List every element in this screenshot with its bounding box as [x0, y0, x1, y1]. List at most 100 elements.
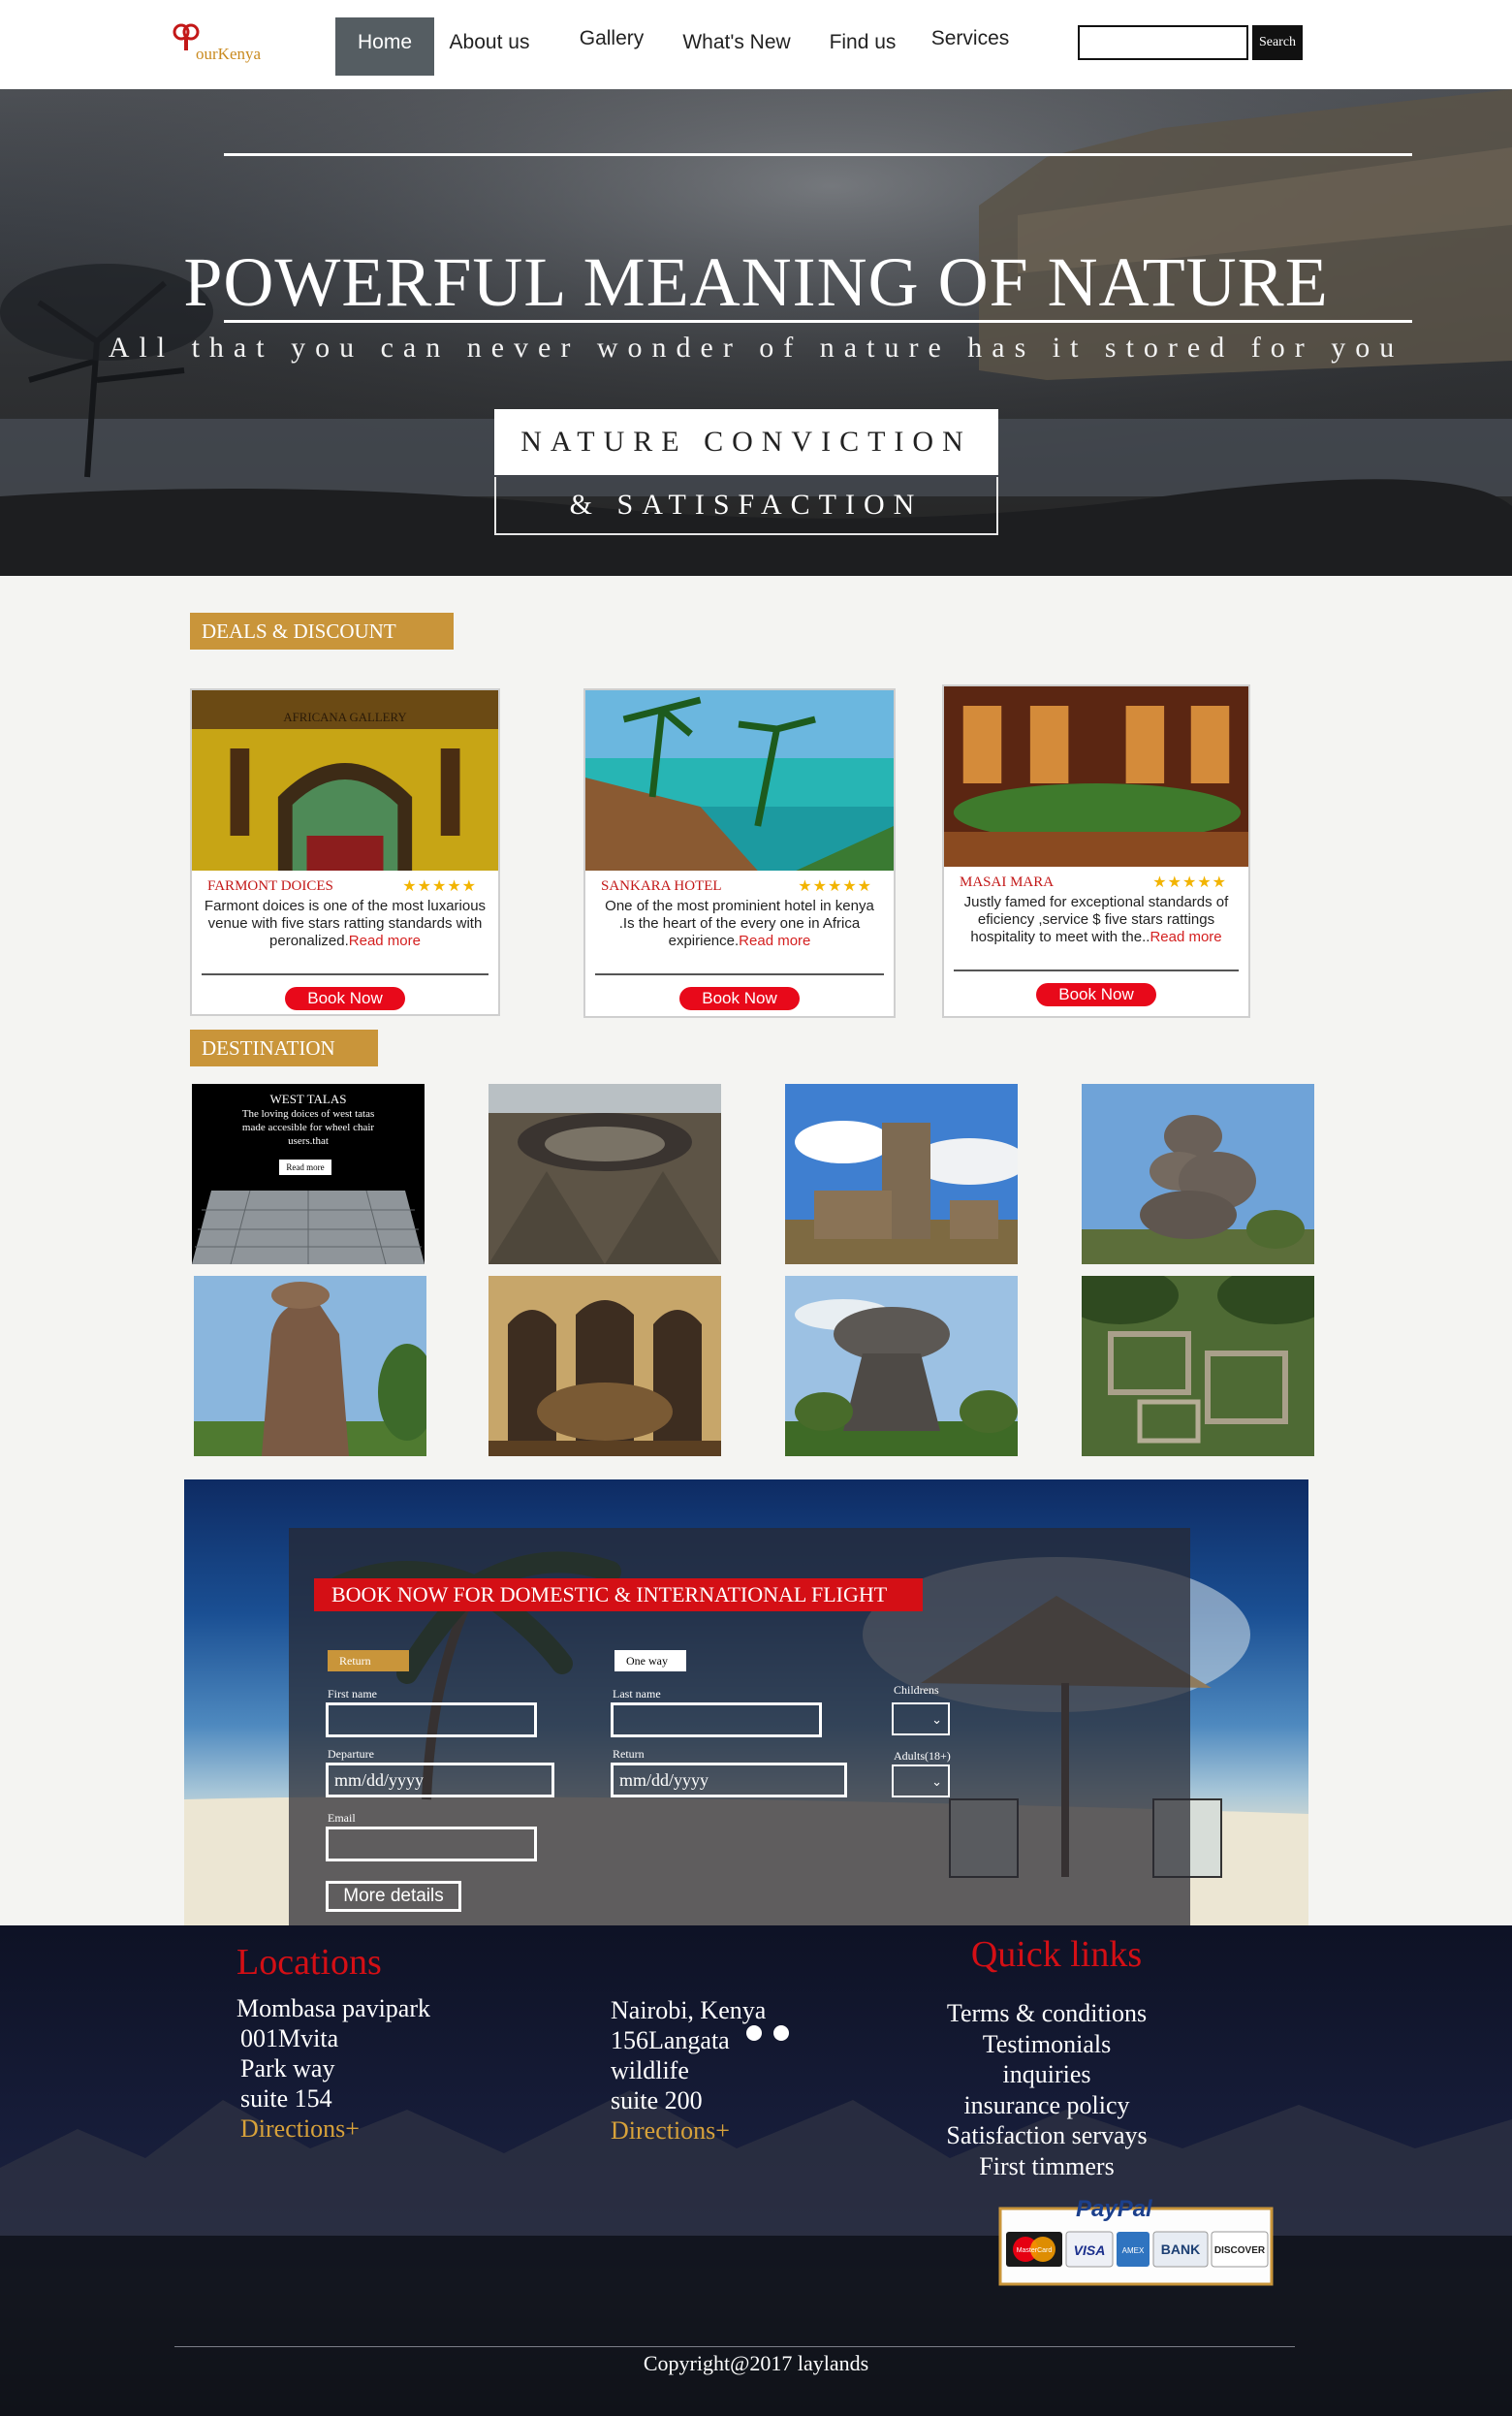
slider-dot[interactable]: [746, 2025, 762, 2041]
divider: [954, 970, 1239, 971]
adults-select[interactable]: ⌄: [892, 1764, 950, 1797]
svg-text:AFRICANA GALLERY: AFRICANA GALLERY: [283, 710, 406, 724]
deal-card: AFRICANA GALLERY FARMONT DOICES ★★★★★ Fa…: [190, 688, 500, 1016]
hero-rule-bottom: [224, 320, 1412, 323]
location-1-line-2: 001Mvita: [240, 2024, 339, 2052]
deal-name: FARMONT DOICES: [207, 878, 333, 894]
read-more-button[interactable]: Read more: [279, 1160, 331, 1175]
destination-ruins-image[interactable]: [1082, 1276, 1314, 1456]
hero-cta-line1[interactable]: NATURE CONVICTION: [494, 409, 998, 475]
hero-subtitle: All that you can never wonder of nature …: [108, 332, 1404, 364]
nav-whats-new[interactable]: What's New: [673, 17, 801, 76]
deals-heading: DEALS & DISCOUNT: [190, 613, 454, 650]
directions-link[interactable]: Directions+: [240, 2114, 360, 2144]
location-1-line-1: Mombasa pavipark: [236, 1994, 431, 2022]
location-1-line-4: suite 154: [240, 2084, 332, 2113]
return-label: Return: [613, 1747, 645, 1761]
return-date-field[interactable]: mm/dd/yyyy: [611, 1763, 847, 1797]
divider: [202, 973, 488, 975]
deal-image[interactable]: [944, 686, 1248, 867]
search-input[interactable]: [1078, 25, 1248, 60]
quick-links-heading: Quick links: [970, 1934, 1143, 1975]
logo-text: ourKenya: [196, 45, 262, 63]
destination-balancing-rock-image[interactable]: [785, 1276, 1018, 1456]
destination-featured-text: The loving doices of west tatas made acc…: [241, 1108, 375, 1147]
last-name-field[interactable]: [611, 1702, 822, 1737]
directions-link[interactable]: Directions+: [611, 2115, 730, 2146]
deal-description: Farmont doices is one of the most luxari…: [204, 898, 487, 949]
payment-methods-badge: PayPal MasterCard VISA AMEX BANK DISCOVE…: [998, 2196, 1274, 2286]
mastercard-icon: MasterCard: [1017, 2247, 1053, 2254]
quick-link-insurance[interactable]: insurance policy: [872, 2090, 1221, 2121]
quick-link-satisfaction[interactable]: Satisfaction servays: [872, 2120, 1221, 2151]
hero-rule-top: [224, 153, 1412, 156]
nav-find-us[interactable]: Find us: [820, 17, 905, 76]
location-2-line-1: Nairobi, Kenya: [611, 1996, 767, 2024]
children-select[interactable]: ⌄: [892, 1702, 950, 1735]
read-more-link[interactable]: Read more: [349, 933, 421, 949]
tab-one-way[interactable]: One way: [614, 1650, 686, 1671]
hero-cta-line2[interactable]: & SATISFACTION: [494, 477, 998, 535]
last-name-label: Last name: [613, 1687, 661, 1701]
quick-link-first-timers[interactable]: First timmers: [872, 2151, 1221, 2182]
book-now-button[interactable]: Book Now: [679, 987, 800, 1010]
email-label: Email: [328, 1811, 356, 1825]
quick-link-terms[interactable]: Terms & conditions: [872, 1998, 1221, 2029]
nav-services[interactable]: Services: [921, 14, 1020, 72]
boardwalk-image: [192, 1191, 425, 1264]
location-2-line-2: 156Langata: [611, 2026, 730, 2054]
tab-return[interactable]: Return: [328, 1650, 409, 1671]
deal-image[interactable]: [585, 690, 894, 871]
first-name-label: First name: [328, 1687, 377, 1701]
discover-icon: DISCOVER: [1214, 2245, 1266, 2256]
rating-stars-icon: ★★★★★: [402, 878, 477, 895]
read-more-link[interactable]: Read more: [1150, 929, 1221, 945]
visa-icon: VISA: [1074, 2242, 1106, 2258]
book-now-button[interactable]: Book Now: [1036, 983, 1156, 1006]
more-details-button[interactable]: More details: [326, 1881, 461, 1912]
destination-museum-image[interactable]: [488, 1276, 721, 1456]
quick-links-list: Terms & conditions Testimonials inquirie…: [872, 1998, 1221, 2181]
adults-label: Adults(18+): [894, 1749, 951, 1763]
destination-featured-tile[interactable]: WEST TALAS The loving doices of west tat…: [192, 1084, 425, 1264]
children-label: Childrens: [894, 1683, 939, 1697]
destination-crater-image[interactable]: [488, 1084, 721, 1264]
bank-icon: BANK: [1161, 2241, 1200, 2257]
nav-home[interactable]: Home: [335, 17, 434, 76]
deal-name: SANKARA HOTEL: [601, 878, 722, 894]
deal-image[interactable]: AFRICANA GALLERY: [192, 690, 498, 871]
slider-dot[interactable]: [773, 2025, 789, 2041]
quick-link-testimonials[interactable]: Testimonials: [872, 2029, 1221, 2060]
location-2-line-3: wildlife: [611, 2056, 689, 2084]
divider: [595, 973, 884, 975]
amex-icon: AMEX: [1122, 2246, 1145, 2255]
location-1-line-3: Park way: [240, 2054, 335, 2082]
nav-about-us[interactable]: About us: [438, 17, 541, 76]
deal-card: SANKARA HOTEL ★★★★★ One of the most prom…: [583, 688, 896, 1018]
email-field[interactable]: [326, 1827, 537, 1861]
book-now-button[interactable]: Book Now: [285, 987, 405, 1010]
nav-gallery[interactable]: Gallery: [566, 14, 657, 72]
copyright-text: Copyright@2017 laylands: [643, 2351, 869, 2375]
locations-heading: Locations: [236, 1942, 382, 1983]
destination-featured-title: WEST TALAS: [269, 1092, 347, 1106]
read-more-link[interactable]: Read more: [739, 933, 810, 949]
deal-description: Justly famed for exceptional standards o…: [963, 894, 1229, 945]
footer-divider: [174, 2346, 1295, 2347]
destination-rocks-image[interactable]: [1082, 1084, 1314, 1264]
search-button[interactable]: Search: [1252, 25, 1303, 60]
booking-title: BOOK NOW FOR DOMESTIC & INTERNATIONAL FL…: [314, 1578, 923, 1611]
chevron-down-icon: ⌄: [931, 1774, 942, 1789]
departure-date-field[interactable]: mm/dd/yyyy: [326, 1763, 554, 1797]
site-logo[interactable]: ourKenya: [173, 23, 289, 68]
destination-tower-image[interactable]: [785, 1084, 1018, 1264]
deal-card: MASAI MARA ★★★★★ Justly famed for except…: [942, 684, 1250, 1018]
quick-link-inquiries[interactable]: inquiries: [872, 2059, 1221, 2090]
destination-heading: DESTINATION: [190, 1030, 378, 1066]
chevron-down-icon: ⌄: [931, 1712, 942, 1727]
hero-title: POWERFUL MEANING OF NATURE: [183, 243, 1329, 321]
departure-label: Departure: [328, 1747, 374, 1761]
first-name-field[interactable]: [326, 1702, 537, 1737]
destination-rock-pillar-image[interactable]: [194, 1276, 426, 1456]
deal-name: MASAI MARA: [960, 874, 1055, 890]
